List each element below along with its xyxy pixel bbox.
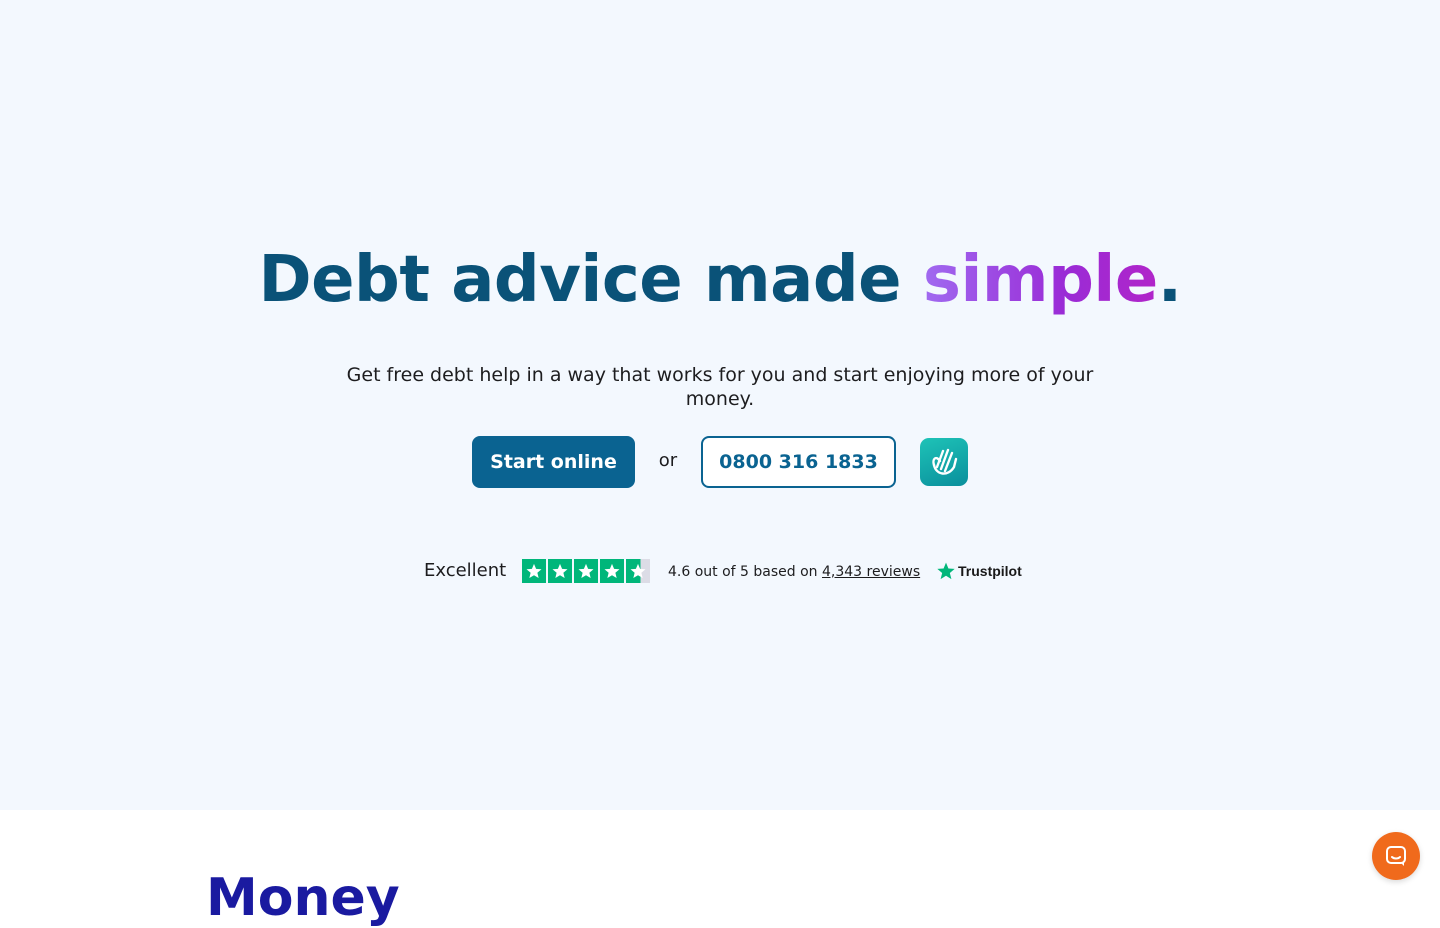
phone-number-label: 0800 316 1833 — [719, 451, 878, 473]
hero-section: Debt advice made simple. Get free debt h… — [0, 0, 1440, 810]
trustpilot-summary: 4.6 out of 5 based on 4,343 reviews — [668, 564, 920, 580]
star-icon — [574, 559, 598, 583]
start-online-button[interactable]: Start online — [472, 436, 635, 488]
next-section-heading: Money — [206, 868, 400, 928]
trustpilot-widget[interactable]: Excellent 4.6 out of 5 based on 4,343 re… — [0, 558, 1440, 586]
trustpilot-logo-text: Trustpilot — [958, 563, 1022, 579]
trustpilot-reviews-link[interactable]: 4,343 reviews — [822, 564, 920, 580]
chat-bubble-icon — [1386, 846, 1406, 866]
trustpilot-rating-word: Excellent — [424, 560, 507, 581]
phone-number-button[interactable]: 0800 316 1833 — [701, 436, 896, 488]
trustpilot-star-icon — [937, 562, 955, 580]
cta-row: Start online or 0800 316 1833 — [0, 436, 1440, 488]
trustpilot-summary-text: 4.6 out of 5 based on — [668, 564, 822, 580]
page-title: Debt advice made simple. — [0, 240, 1440, 320]
half-star-icon — [626, 559, 650, 583]
trustpilot-logo[interactable]: Trustpilot — [936, 561, 1022, 581]
or-separator: or — [658, 450, 678, 471]
star-icon — [522, 559, 546, 583]
app-badge-button[interactable] — [920, 438, 968, 486]
star-icon — [600, 559, 624, 583]
trustpilot-stars — [522, 559, 650, 583]
headline-period: . — [1157, 243, 1182, 317]
start-online-label: Start online — [490, 451, 617, 473]
headline-accent: simple — [922, 243, 1158, 317]
chat-launcher-button[interactable] — [1372, 832, 1420, 880]
hero-subtitle: Get free debt help in a way that works f… — [346, 364, 1094, 410]
star-icon — [548, 559, 572, 583]
hand-logo-icon — [932, 448, 958, 475]
headline-main: Debt advice made — [258, 243, 923, 317]
